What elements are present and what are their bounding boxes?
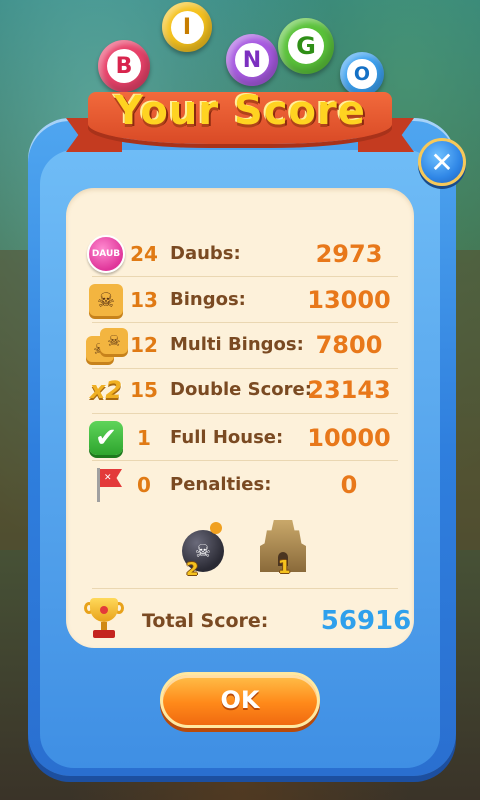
score-row-full-house: ✔ 1 Full House: 10000 — [80, 418, 410, 458]
row-label: Multi Bingos: — [170, 334, 304, 355]
score-row-daubs: DAUB 24 Daubs: 2973 — [80, 234, 410, 274]
row-value: 13000 — [307, 286, 391, 314]
row-label: Full House: — [170, 427, 284, 448]
row-value: 0 — [340, 471, 358, 499]
row-label: Double Score: — [170, 379, 312, 400]
divider — [92, 276, 398, 277]
bingo-ball-n: N — [226, 34, 278, 86]
row-value: 2973 — [315, 240, 383, 268]
score-row-double-score: x2 15 Double Score: 23143 — [80, 370, 410, 410]
bingo-ball-b: B — [98, 40, 150, 92]
booster-bomb: ☠ 2 — [180, 520, 232, 580]
booster-count: 1 — [278, 557, 291, 578]
total-score-value: 56916 — [320, 606, 412, 636]
ok-button[interactable]: OK — [160, 672, 320, 728]
bingo-ball-g: G — [278, 18, 334, 74]
trophy-icon — [84, 598, 124, 640]
score-row-bingos: ☠ 13 Bingos: 13000 — [80, 280, 410, 320]
score-row-penalties: ✕ 0 Penalties: 0 — [80, 465, 410, 505]
row-value: 10000 — [307, 424, 391, 452]
close-icon: ✕ — [430, 145, 454, 179]
row-value: 7800 — [315, 331, 383, 359]
check-icon: ✔ — [89, 421, 123, 455]
row-label: Daubs: — [170, 243, 241, 264]
page-title: Your Score — [114, 88, 366, 134]
bingo-skull-tile-icon: ☠ — [89, 284, 123, 316]
row-label: Penalties: — [170, 474, 272, 495]
booster-count: 2 — [186, 559, 199, 580]
row-count: 1 — [137, 426, 151, 450]
daub-icon: DAUB — [87, 235, 125, 273]
close-button[interactable]: ✕ — [418, 138, 466, 186]
row-count: 24 — [130, 242, 158, 266]
divider — [92, 413, 398, 414]
divider — [92, 460, 398, 461]
divider — [92, 368, 398, 369]
row-count: 13 — [130, 288, 158, 312]
booster-temple: 1 — [258, 518, 310, 578]
row-count: 12 — [130, 333, 158, 357]
row-count: 15 — [130, 378, 158, 402]
score-row-multi-bingos: ☠ ☠ 12 Multi Bingos: 7800 — [80, 325, 410, 365]
row-count: 0 — [137, 473, 151, 497]
row-label: Bingos: — [170, 289, 246, 310]
bingo-ball-i: I — [162, 2, 212, 52]
x2-icon: x2 — [89, 376, 123, 404]
divider — [92, 322, 398, 323]
row-value: 23143 — [307, 376, 391, 404]
multi-bingo-tiles-icon: ☠ ☠ — [86, 326, 128, 364]
penalty-flag-icon: ✕ — [89, 466, 123, 504]
divider — [92, 588, 398, 589]
total-score-label: Total Score: — [142, 610, 269, 632]
